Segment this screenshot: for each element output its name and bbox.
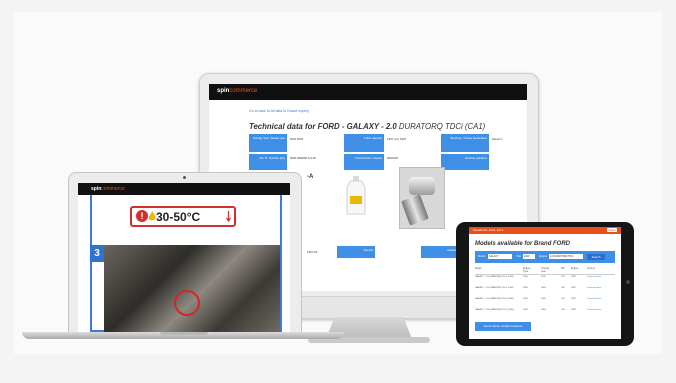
spec-label: Adapter xyxy=(421,246,459,258)
spec-label: Transmission / Speed xyxy=(344,154,384,170)
site-header: spincommerce xyxy=(209,84,527,100)
year-select[interactable]: 2010 xyxy=(523,254,535,259)
filter-label: Engine xyxy=(539,255,548,258)
spec-label: Brochure / Power Destination xyxy=(441,134,489,152)
technical-data-link[interactable]: Technical data xyxy=(587,309,609,311)
search-button[interactable]: Search xyxy=(587,254,605,260)
divider xyxy=(475,274,615,275)
column-header: Model xyxy=(475,267,482,270)
spec-value: 0000 DB0000-5 5.00 xyxy=(290,156,316,160)
modal-header: Models list, Ford, Vol 1 Close xyxy=(469,227,621,234)
warning-icon: ! xyxy=(136,210,148,222)
spec-label: Oil / N° Number (Hz) xyxy=(249,154,287,170)
column-header: kW xyxy=(561,267,565,270)
table-row[interactable]: GALAXY - 2.0 DURATORQ TDCi (CA1) 2010 20… xyxy=(475,287,615,297)
flame-icon xyxy=(148,211,156,221)
spec-value: 0000000 xyxy=(387,156,398,160)
filter-label: Year xyxy=(516,255,522,258)
close-button[interactable]: Close xyxy=(607,228,617,232)
filter-label: Model xyxy=(478,255,486,258)
engine-photo xyxy=(104,245,280,332)
table-row[interactable]: GALAXY - 2.0 DURATORQ TDCi (CA1) 2010 20… xyxy=(475,298,615,308)
temperature-range: 30-50°C xyxy=(156,210,201,224)
site-header: spincommerce xyxy=(78,183,290,195)
site-logo[interactable]: spincommerce xyxy=(91,186,125,192)
spec-label: Overlay Year / Model year xyxy=(249,134,287,152)
model-select[interactable]: GALAXY xyxy=(488,254,512,259)
column-header: Volume xyxy=(587,267,595,270)
spec-label: Number cylinders xyxy=(441,154,489,170)
step-number: 3 xyxy=(90,245,104,262)
arrow-down-icon xyxy=(226,211,231,222)
column-header: Engine Type xyxy=(523,267,531,273)
tablet-screen: Models list, Ford, Vol 1 Close Models av… xyxy=(469,227,621,339)
laptop-notch xyxy=(160,332,208,335)
column-header: Engine xyxy=(571,267,579,270)
oil-bottle-image xyxy=(346,176,366,215)
laptop-screen: spincommerce ! 30-50°C 3 xyxy=(78,183,290,332)
modal-header-title: Models list, Ford, Vol 1 xyxy=(473,228,504,232)
spec-value: 1997 ccm 1997 xyxy=(387,137,407,141)
technical-data-link[interactable]: Technical data xyxy=(587,287,609,289)
modal-title: Models available for Brand FORD xyxy=(475,241,571,247)
breadcrumb-link[interactable]: Go to back to All data lo Ooaoe equery xyxy=(249,109,309,113)
site-logo[interactable]: spincommerce xyxy=(217,88,257,94)
column-header: Overlay year xyxy=(541,267,550,273)
tablet-home-button[interactable] xyxy=(626,280,630,284)
section-heading: -A xyxy=(307,174,314,180)
table-row[interactable]: GALAXY - 2.0 DURATORQ TDCi (CA1) 2010 20… xyxy=(475,309,615,319)
spec-value: 2010 2015 xyxy=(290,137,304,141)
technical-data-link[interactable]: Technical data xyxy=(587,298,609,300)
technical-data-link[interactable]: Technical data xyxy=(587,276,609,278)
injector-body-shape xyxy=(409,177,435,195)
spec-value: Diesel C xyxy=(492,137,503,141)
same-model-button[interactable]: Some Same model Frowerse xyxy=(475,322,531,331)
spec-label: Cubic capacity xyxy=(344,134,384,152)
temperature-warning: ! 30-50°C xyxy=(130,206,236,227)
laptop-camera xyxy=(183,176,186,179)
table-row[interactable]: GALAXY - 2.0 DURATORQ TDCi (CA1) 2010 20… xyxy=(475,276,615,286)
spec-label: Ramsis xyxy=(337,246,375,258)
spec-value: 1367-60 xyxy=(307,250,318,254)
page-title: Technical data for FORD - GALAXY - 2.0 D… xyxy=(249,122,486,131)
engine-select[interactable]: 2.0 DURATORQ TDCi xyxy=(549,254,583,259)
highlight-circle xyxy=(174,290,200,316)
